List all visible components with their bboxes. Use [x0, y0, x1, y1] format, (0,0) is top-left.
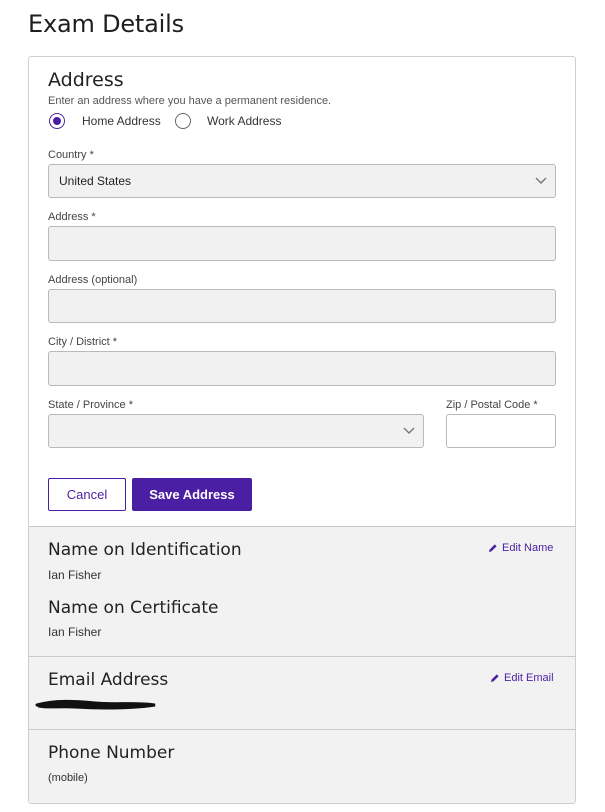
page-title: Exam Details [28, 10, 184, 38]
address-input[interactable] [48, 226, 556, 261]
name-on-certificate-heading: Name on Certificate [48, 598, 219, 618]
country-select[interactable]: United States [48, 164, 556, 198]
identity-section: Name on Identification Ian Fisher Edit N… [29, 526, 575, 657]
address-heading: Address [48, 69, 124, 91]
save-address-button[interactable]: Save Address [132, 478, 252, 511]
phone-heading: Phone Number [48, 743, 175, 763]
redaction-scribble [35, 699, 156, 710]
name-on-identification-heading: Name on Identification [48, 540, 242, 560]
address-instructions: Enter an address where you have a perman… [48, 95, 332, 107]
city-label: City / District * [48, 336, 118, 348]
exam-details-card: Address Enter an address where you have … [28, 56, 576, 804]
edit-email-link[interactable]: Edit Email [490, 672, 554, 684]
zip-label: Zip / Postal Code * [446, 399, 538, 411]
work-address-radio[interactable] [175, 113, 191, 129]
name-on-identification-value: Ian Fisher [48, 568, 102, 582]
email-section: Email Address Edit Email [29, 656, 575, 730]
chevron-down-icon [403, 427, 415, 434]
email-heading: Email Address [48, 670, 169, 690]
country-label: Country * [48, 149, 94, 161]
edit-name-link[interactable]: Edit Name [488, 542, 553, 554]
address-optional-label: Address (optional) [48, 274, 138, 286]
address-label: Address * [48, 211, 96, 223]
cancel-button[interactable]: Cancel [48, 478, 126, 511]
address-section: Address Enter an address where you have … [29, 57, 575, 526]
state-label: State / Province * [48, 399, 133, 411]
phone-section: Phone Number (mobile) [29, 729, 575, 803]
zip-input[interactable] [446, 414, 556, 448]
home-address-label[interactable]: Home Address [82, 114, 161, 128]
work-address-label[interactable]: Work Address [207, 114, 281, 128]
address-optional-input[interactable] [48, 289, 556, 323]
city-input[interactable] [48, 351, 556, 386]
edit-email-label[interactable]: Edit Email [504, 672, 554, 684]
country-value: United States [59, 174, 132, 188]
state-select[interactable] [48, 414, 424, 448]
chevron-down-icon [535, 177, 547, 184]
edit-name-label[interactable]: Edit Name [502, 542, 553, 554]
phone-type: (mobile) [48, 772, 88, 784]
home-address-radio[interactable] [49, 113, 65, 129]
pencil-icon [489, 544, 497, 552]
pencil-icon [491, 674, 499, 682]
name-on-certificate-value: Ian Fisher [48, 625, 102, 639]
